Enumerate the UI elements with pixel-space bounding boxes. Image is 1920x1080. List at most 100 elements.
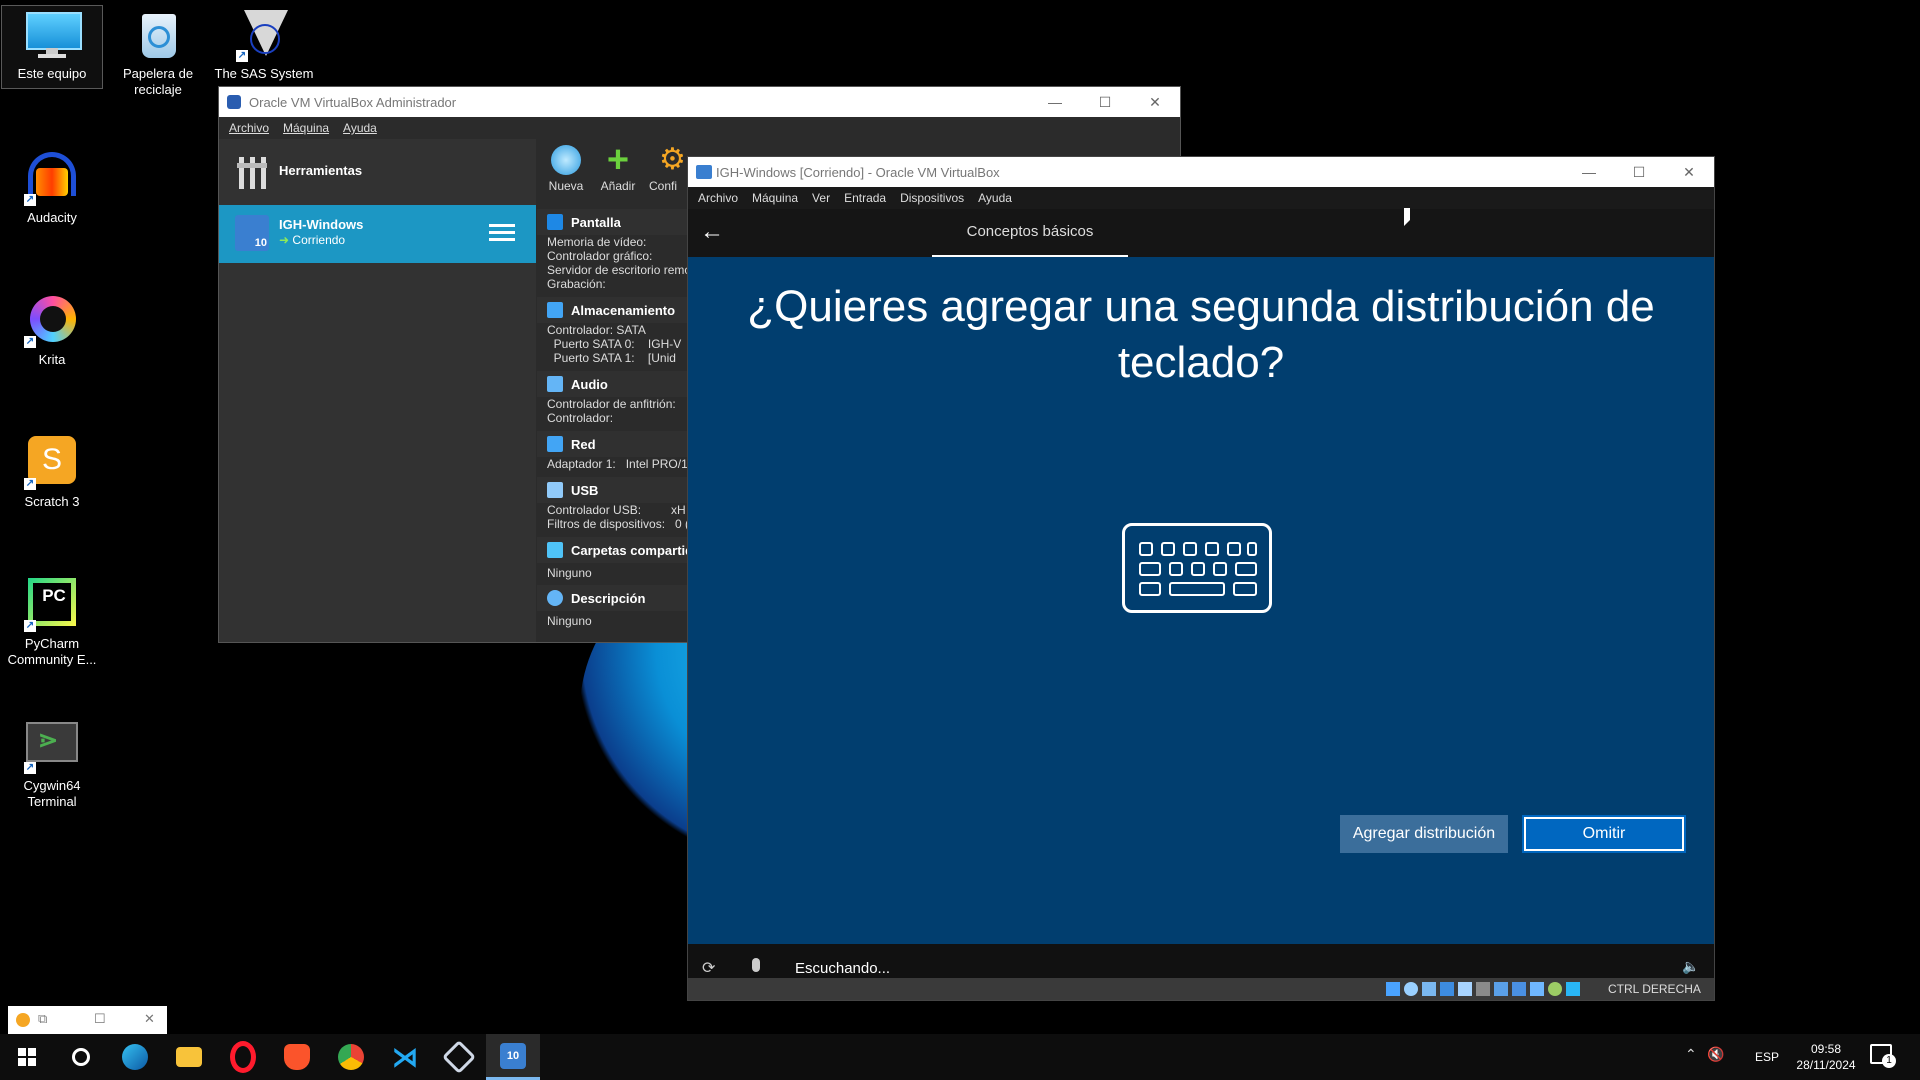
desktop-icon-label: Este equipo bbox=[17, 66, 87, 81]
vm-titlebar[interactable]: IGH-Windows [Corriendo] - Oracle VM Virt… bbox=[688, 157, 1714, 187]
section-descripcion[interactable]: Descripción bbox=[537, 585, 697, 611]
cpu-status-icon[interactable] bbox=[1530, 982, 1544, 996]
back-arrow-icon[interactable]: ← bbox=[700, 219, 724, 245]
taskbar: ⋊ 10 ⌃ 🔇 ESP 09:58 28/11/2024 1 bbox=[0, 1034, 1920, 1080]
desktop-icon-este-equipo[interactable]: Este equipo bbox=[1, 5, 103, 89]
desktop-icon-pycharm[interactable]: PC ↗ PyCharm Community E... bbox=[2, 576, 102, 668]
detail-line: Puerto SATA 0: IGH-V bbox=[547, 337, 682, 351]
close-button[interactable]: ✕ bbox=[1130, 87, 1180, 117]
taskbar-chrome[interactable] bbox=[324, 1034, 378, 1080]
detail-line: Controlador gráfico: bbox=[547, 249, 653, 263]
manager-title: Oracle VM VirtualBox Administrador bbox=[249, 94, 457, 110]
desktop-icon-label: PyCharm Community E... bbox=[7, 636, 97, 667]
section-pantalla[interactable]: Pantalla bbox=[537, 209, 697, 235]
accessibility-icon[interactable]: ⟳ bbox=[702, 958, 715, 978]
section-carpetas[interactable]: Carpetas compartid bbox=[537, 537, 697, 563]
skip-button[interactable]: Omitir bbox=[1522, 815, 1686, 853]
menu-archivo[interactable]: Archivo bbox=[229, 121, 269, 135]
folder-icon bbox=[176, 1047, 202, 1067]
restore-icon[interactable]: ⧉ bbox=[38, 1011, 47, 1027]
storage-status-icon[interactable] bbox=[1386, 982, 1400, 996]
section-almacenamiento[interactable]: Almacenamiento bbox=[537, 297, 697, 323]
add-button[interactable]: + Añadir bbox=[595, 141, 641, 193]
section-audio[interactable]: Audio bbox=[537, 371, 697, 397]
minimized-window-thumb[interactable]: ⧉ ☐ ✕ bbox=[8, 1006, 167, 1034]
manager-titlebar[interactable]: Oracle VM VirtualBox Administrador — ☐ ✕ bbox=[219, 87, 1180, 117]
optical-status-icon[interactable] bbox=[1404, 982, 1418, 996]
clock[interactable]: 09:58 28/11/2024 bbox=[1796, 1041, 1856, 1073]
desktop-icon-label: Cygwin64 Terminal bbox=[23, 778, 81, 809]
add-layout-button[interactable]: Agregar distribución bbox=[1340, 815, 1508, 853]
search-button[interactable] bbox=[54, 1034, 108, 1080]
detail-line: Controlador: SATA bbox=[547, 323, 646, 337]
menu-archivo[interactable]: Archivo bbox=[698, 191, 738, 205]
minimize-button[interactable]: — bbox=[1030, 87, 1080, 117]
mouse-integration-status-icon[interactable] bbox=[1566, 982, 1580, 996]
host-key-label[interactable]: CTRL DERECHA bbox=[1608, 982, 1701, 996]
close-button[interactable]: ✕ bbox=[1664, 157, 1714, 187]
menu-ayuda[interactable]: Ayuda bbox=[978, 191, 1012, 205]
maximize-button[interactable]: ☐ bbox=[1614, 157, 1664, 187]
machine-sidebar: Herramientas 10 IGH-Windows ➜ Corriendo bbox=[219, 139, 536, 642]
taskbar-opera[interactable] bbox=[216, 1034, 270, 1080]
menu-entrada[interactable]: Entrada bbox=[844, 191, 886, 205]
taskbar-explorer[interactable] bbox=[162, 1034, 216, 1080]
desktop-icon-sas[interactable]: ↗ The SAS System bbox=[214, 6, 314, 82]
desktop-icon-krita[interactable]: ↗ Krita bbox=[2, 292, 102, 368]
menu-ver[interactable]: Ver bbox=[812, 191, 830, 205]
guest-additions-status-icon[interactable] bbox=[1548, 982, 1562, 996]
shortcut-arrow-icon: ↗ bbox=[24, 194, 36, 206]
maximize-icon[interactable]: ☐ bbox=[94, 1011, 106, 1027]
maximize-button[interactable]: ☐ bbox=[1080, 87, 1130, 117]
shortcut-arrow-icon: ↗ bbox=[236, 50, 248, 62]
start-button[interactable] bbox=[0, 1034, 54, 1080]
section-red[interactable]: Red bbox=[537, 431, 697, 457]
taskbar-brave[interactable] bbox=[270, 1034, 324, 1080]
display-status-icon[interactable] bbox=[1494, 982, 1508, 996]
shared-folders-status-icon[interactable] bbox=[1476, 982, 1490, 996]
shortcut-arrow-icon: ↗ bbox=[24, 620, 36, 632]
recording-status-icon[interactable] bbox=[1512, 982, 1526, 996]
tools-item[interactable]: Herramientas bbox=[219, 139, 536, 203]
notification-center-icon[interactable]: 1 bbox=[1870, 1044, 1896, 1068]
volume-icon[interactable]: 🔈 bbox=[1682, 958, 1699, 975]
desktop-icon-audacity[interactable]: ↗ Audacity bbox=[2, 150, 102, 226]
menu-dispositivos[interactable]: Dispositivos bbox=[900, 191, 964, 205]
taskbar-virtualbox[interactable] bbox=[432, 1034, 486, 1080]
taskbar-vscode[interactable]: ⋊ bbox=[378, 1034, 432, 1080]
menu-maquina[interactable]: Máquina bbox=[752, 191, 798, 205]
vm-list-item[interactable]: 10 IGH-Windows ➜ Corriendo bbox=[219, 205, 536, 263]
vm-window[interactable]: IGH-Windows [Corriendo] - Oracle VM Virt… bbox=[687, 156, 1715, 1001]
muted-volume-icon[interactable]: 🔇 bbox=[1707, 1046, 1724, 1063]
network-status-icon[interactable] bbox=[1440, 982, 1454, 996]
new-button[interactable]: Nueva bbox=[543, 145, 589, 193]
tray-chevron-icon[interactable]: ⌃ bbox=[1685, 1046, 1697, 1063]
audio-icon bbox=[547, 376, 563, 392]
desktop-icon-scratch[interactable]: S ↗ Scratch 3 bbox=[2, 434, 102, 510]
taskbar-vm-window[interactable]: 10 bbox=[486, 1034, 540, 1080]
close-icon[interactable]: ✕ bbox=[144, 1011, 155, 1027]
tab-conceptos-basicos[interactable]: Conceptos básicos bbox=[932, 209, 1128, 257]
description-icon bbox=[547, 590, 563, 606]
language-indicator[interactable]: ESP bbox=[1755, 1050, 1779, 1064]
krita-icon: ↗ bbox=[24, 292, 80, 348]
mouse-cursor-icon bbox=[1404, 208, 1410, 226]
keyboard-icon bbox=[1122, 523, 1272, 613]
audio-status-icon[interactable] bbox=[1422, 982, 1436, 996]
desktop-icon-papelera[interactable]: Papelera de reciclaje bbox=[108, 6, 208, 98]
usb-status-icon[interactable] bbox=[1458, 982, 1472, 996]
shortcut-arrow-icon: ↗ bbox=[24, 478, 36, 490]
minimize-button[interactable]: — bbox=[1564, 157, 1614, 187]
microphone-icon[interactable] bbox=[752, 958, 760, 972]
vm-menubar: Archivo Máquina Ver Entrada Dispositivos… bbox=[688, 187, 1714, 209]
taskbar-edge[interactable] bbox=[108, 1034, 162, 1080]
vm-menu-icon[interactable] bbox=[489, 223, 515, 243]
folder-icon bbox=[547, 542, 563, 558]
desktop-icon-cygwin[interactable]: ⋗ ↗ Cygwin64 Terminal bbox=[2, 718, 102, 810]
section-usb[interactable]: USB bbox=[537, 477, 697, 503]
tools-icon bbox=[237, 157, 269, 189]
menu-maquina[interactable]: Máquina bbox=[283, 121, 329, 135]
listening-text: Escuchando... bbox=[795, 960, 891, 977]
virtualbox-icon bbox=[442, 1040, 476, 1074]
menu-ayuda[interactable]: Ayuda bbox=[343, 121, 377, 135]
